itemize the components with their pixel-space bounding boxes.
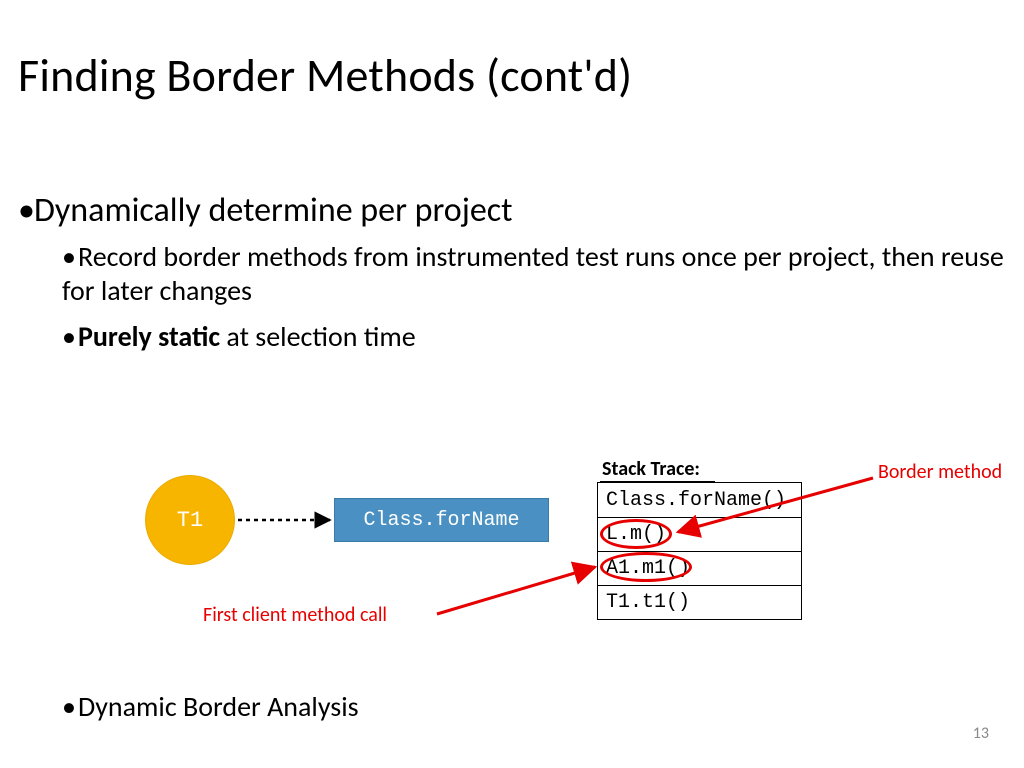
bullet-dot: • (62, 320, 78, 354)
bullet-l2-dynamic-analysis: •Dynamic Border Analysis (62, 690, 359, 724)
stack-row: Class.forName() (598, 483, 801, 517)
callout-first-client: First client method call (203, 603, 387, 627)
bullet-text: at selection time (220, 319, 416, 354)
bullet-text-bold: Purely static (78, 319, 220, 354)
bullet-l1-dynamic: •Dynamically determine per project (18, 190, 513, 231)
arrow-first-client (437, 567, 595, 614)
stack-cell: Class.forName() (606, 489, 786, 512)
bullet-l2-record: •Record border methods from instrumented… (62, 240, 1008, 308)
callout-border-method: Border method (878, 460, 1002, 484)
highlight-ellipse-a1m1 (600, 552, 692, 582)
slide-title: Finding Border Methods (cont'd) (18, 48, 632, 104)
bullet-text: Dynamic Border Analysis (78, 689, 359, 724)
stack-row: T1.t1() (598, 585, 801, 619)
bullet-l2-static: •Purely static at selection time (62, 320, 416, 354)
stack-trace-table: Class.forName() L.m() A1.m1() T1.t1() (597, 482, 802, 620)
highlight-ellipse-lm (600, 519, 672, 549)
bullet-dot: • (62, 240, 78, 274)
node-cfn-label: Class.forName (363, 509, 519, 532)
bullet-text: Record border methods from instrumented … (62, 239, 1004, 308)
bullet-text: Dynamically determine per project (34, 190, 513, 231)
node-t1: T1 (145, 475, 235, 565)
page-number: 13 (973, 724, 989, 743)
bullet-dot: • (18, 190, 34, 231)
bullet-dot: • (62, 690, 78, 724)
arrows-overlay (0, 0, 1024, 768)
stack-cell: T1.t1() (606, 591, 690, 614)
node-class-for-name: Class.forName (334, 498, 549, 542)
slide: Finding Border Methods (cont'd) •Dynamic… (0, 0, 1024, 768)
node-t1-label: T1 (177, 508, 203, 533)
stack-trace-title: Stack Trace: (602, 457, 700, 481)
